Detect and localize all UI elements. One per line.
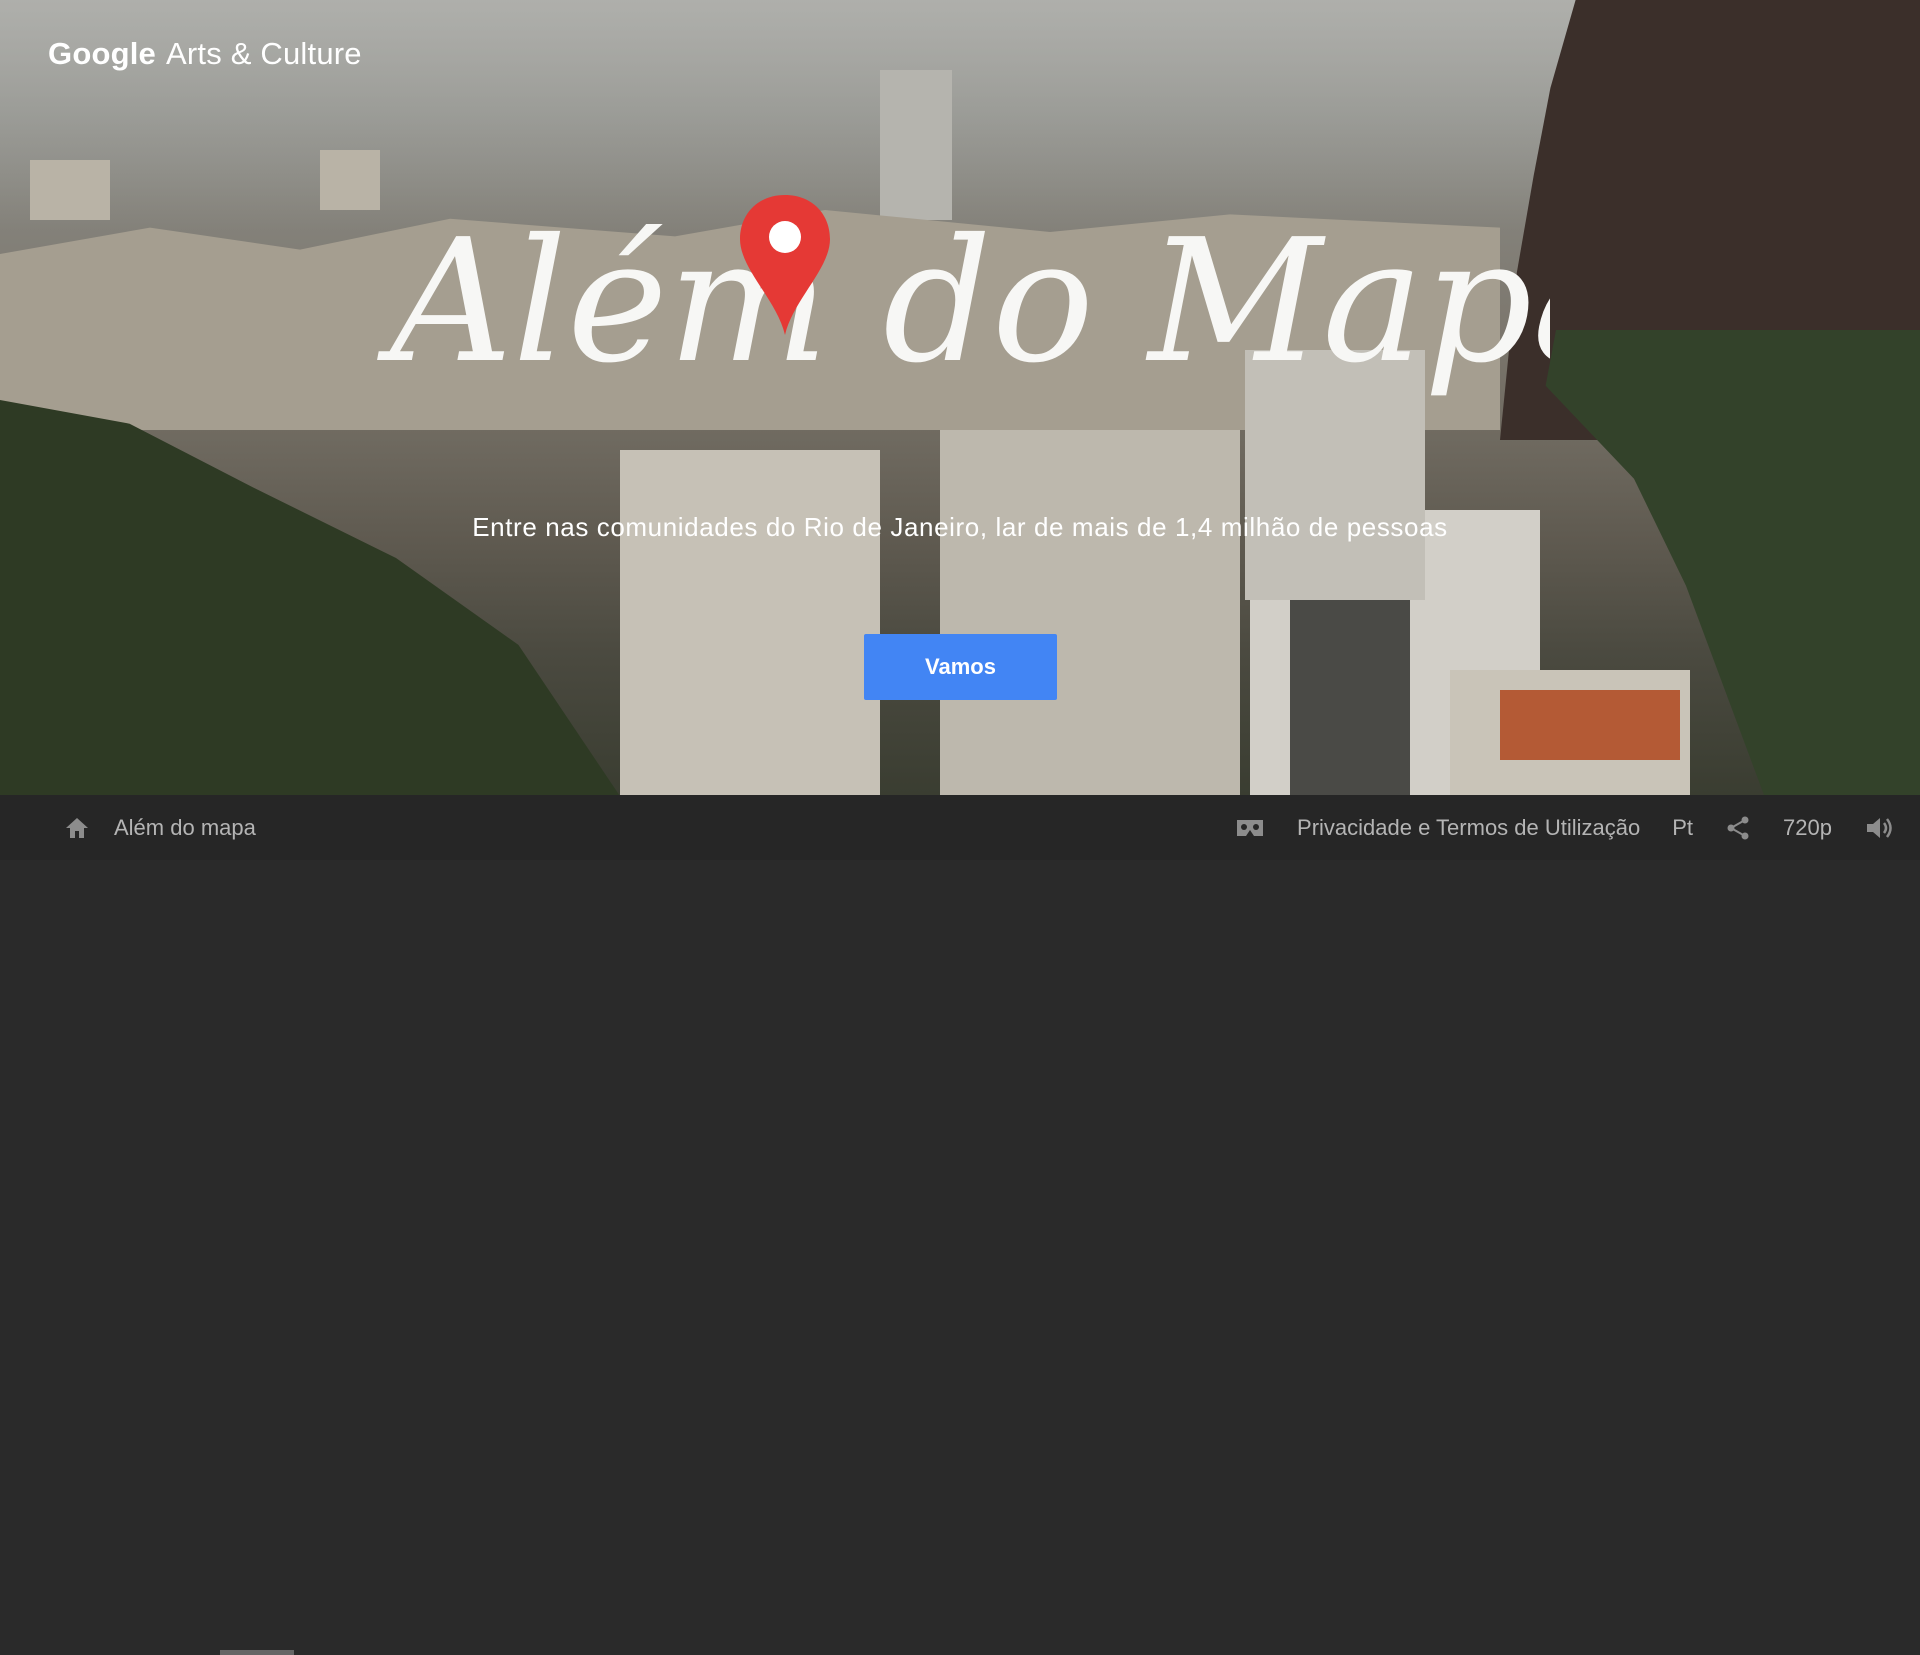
bottom-bar-left: Além do mapa (64, 815, 256, 841)
building-glass (1290, 570, 1410, 795)
hero-subtitle: Entre nas comunidades do Rio de Janeiro,… (472, 512, 1448, 542)
hero-video-background: Google Arts & Culture Além do Mapa Entre… (0, 0, 1920, 795)
share-icon[interactable] (1725, 815, 1751, 841)
video-progress-indicator[interactable] (220, 1650, 294, 1655)
cardboard-vr-icon[interactable] (1235, 817, 1265, 839)
quality-selector[interactable]: 720p (1783, 815, 1832, 841)
bottom-control-bar: Além do mapa Privacidade e Termos de Uti… (0, 795, 1920, 1655)
logo-google-text: Google (48, 36, 156, 71)
page-label[interactable]: Além do mapa (114, 815, 256, 841)
home-icon[interactable] (64, 816, 90, 840)
google-arts-culture-logo[interactable]: Google Arts & Culture (48, 36, 362, 72)
building (940, 430, 1240, 795)
building (30, 160, 110, 220)
language-selector[interactable]: Pt (1672, 815, 1693, 841)
building (620, 450, 880, 795)
logo-product-text: Arts & Culture (165, 36, 362, 71)
bottom-bar-right: Privacidade e Termos de Utilização Pt 72… (1235, 815, 1894, 841)
hero-title-lettering: Além do Mapa (377, 195, 1550, 401)
vamos-button[interactable]: Vamos (864, 634, 1057, 700)
volume-icon[interactable] (1864, 815, 1894, 841)
roof-tiles (1500, 690, 1680, 760)
hero-title-text: Além do Mapa (377, 203, 1550, 401)
privacy-terms-link[interactable]: Privacidade e Termos de Utilização (1297, 815, 1640, 841)
